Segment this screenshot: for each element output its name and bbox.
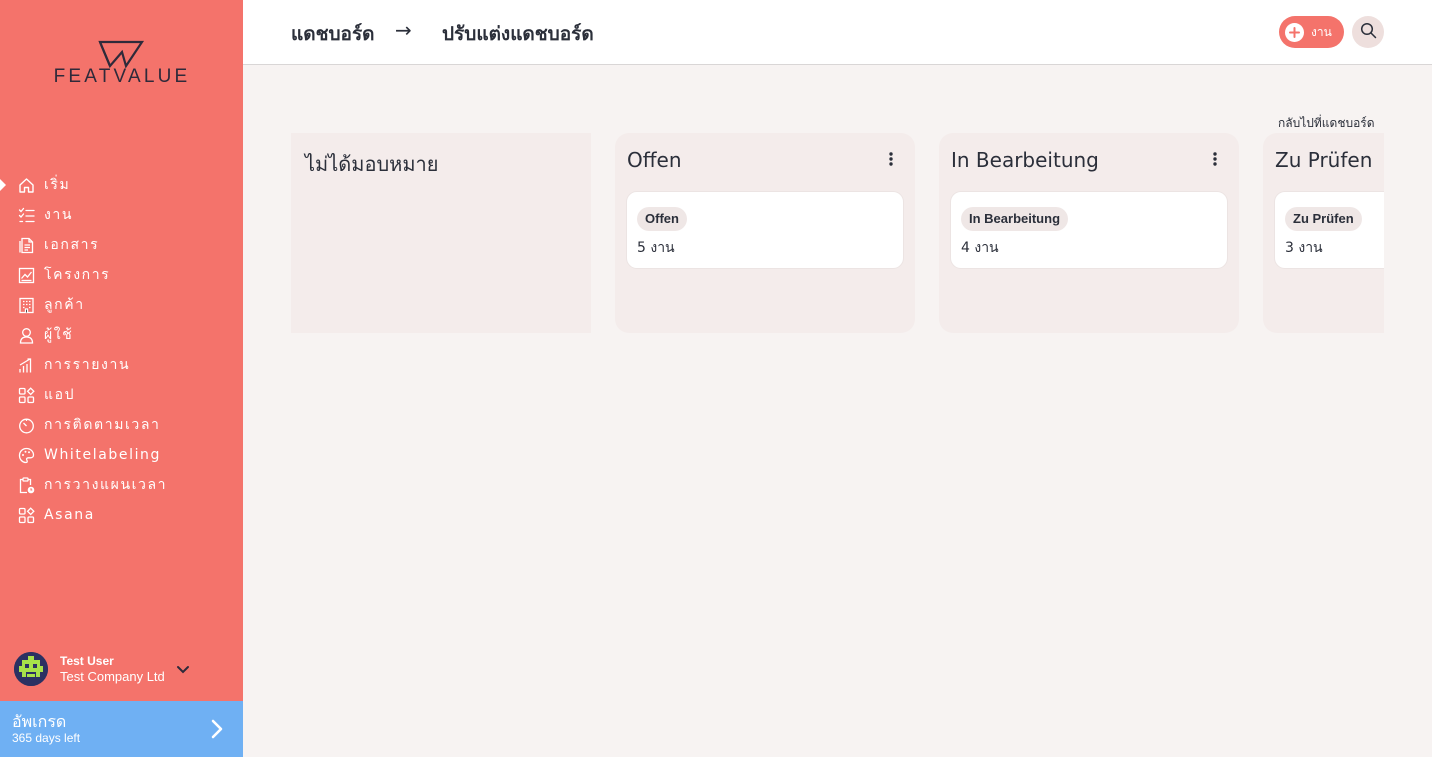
more-vertical-icon[interactable] [885, 151, 897, 169]
column-in-bearbeitung: In Bearbeitung In Bearbeitung 4 งาน [939, 133, 1239, 333]
logo-text: FEATVALUE [53, 66, 191, 87]
more-vertical-icon[interactable] [1209, 151, 1221, 169]
task-count: 5 งาน [637, 240, 675, 256]
status-card[interactable]: Offen 5 งาน [627, 192, 903, 268]
task-list-icon [17, 206, 35, 224]
sidebar-item-projects[interactable]: โครงการ [0, 260, 243, 290]
breadcrumb-separator: → [395, 18, 412, 42]
sidebar-item-label: งาน [44, 207, 74, 223]
sidebar-item-time-tracking[interactable]: การติดตามเวลา [0, 410, 243, 440]
user-name: Test User [60, 654, 114, 668]
back-to-dashboard-link[interactable]: กลับไปที่แดชบอร์ด [1278, 114, 1375, 133]
sidebar-item-label: เอกสาร [44, 237, 100, 253]
chevron-down-icon[interactable] [176, 660, 190, 679]
logo-mark-icon [98, 40, 145, 68]
chevron-right-icon[interactable] [210, 718, 224, 744]
column-title: In Bearbeitung [951, 148, 1099, 172]
column-offen: Offen Offen 5 งาน [615, 133, 915, 333]
search-icon [1360, 22, 1377, 43]
sidebar-item-label: ผู้ใช้ [44, 327, 74, 343]
sidebar-item-label: การรายงาน [44, 357, 131, 373]
user-company: Test Company Ltd [60, 669, 165, 684]
add-task-button[interactable]: งาน [1279, 16, 1344, 48]
search-button[interactable] [1352, 16, 1384, 48]
sidebar-item-documents[interactable]: เอกสาร [0, 230, 243, 260]
sidebar-item-home[interactable]: เริ่ม [0, 170, 243, 200]
sidebar-item-apps[interactable]: แอป [0, 380, 243, 410]
apps-icon [17, 506, 35, 524]
task-count: 3 งาน [1285, 240, 1323, 256]
add-task-label: งาน [1311, 24, 1332, 39]
sidebar: FEATVALUE เริ่ม งาน เอกสาร โครงการ ลูกค้… [0, 0, 243, 757]
status-badge: Zu Prüfen [1285, 207, 1362, 231]
sidebar-item-customers[interactable]: ลูกค้า [0, 290, 243, 320]
avatar [14, 652, 48, 686]
sidebar-nav: เริ่ม งาน เอกสาร โครงการ ลูกค้า ผู้ใช้ ก… [0, 170, 243, 530]
clipboard-clock-icon [17, 476, 35, 494]
chart-board-icon [17, 266, 35, 284]
upgrade-banner[interactable]: อัพเกรด 365 days left [0, 701, 243, 757]
column-zu-pruefen: Zu Prüfen Zu Prüfen 3 งาน [1263, 133, 1384, 333]
document-icon [17, 236, 35, 254]
sidebar-item-whitelabeling[interactable]: Whitelabeling [0, 440, 243, 470]
building-icon [17, 296, 35, 314]
sidebar-item-label: Asana [44, 507, 95, 523]
sidebar-item-time-planning[interactable]: การวางแผนเวลา [0, 470, 243, 500]
column-title: Zu Prüfen [1275, 148, 1373, 172]
home-icon [17, 176, 35, 194]
column-title: ไม่ได้มอบหมาย [305, 152, 439, 176]
breadcrumb-parent[interactable]: แดชบอร์ด [291, 19, 375, 49]
sidebar-item-label: แอป [44, 387, 76, 403]
palette-icon [17, 446, 35, 464]
timer-icon [17, 416, 35, 434]
status-badge: In Bearbeitung [961, 207, 1069, 231]
top-header: แดชบอร์ด → ปรับแต่งแดชบอร์ด งาน [243, 0, 1432, 65]
user-menu[interactable]: Test User Test Company Ltd [14, 651, 234, 687]
bar-chart-icon [17, 356, 35, 374]
sidebar-item-asana[interactable]: Asana [0, 500, 243, 530]
plus-icon [1285, 22, 1304, 42]
sidebar-item-label: การวางแผนเวลา [44, 477, 168, 493]
user-icon [17, 326, 35, 344]
kanban-board: ไม่ได้มอบหมาย Offen Offen 5 งาน In Bearb… [291, 133, 1384, 333]
sidebar-item-label: ลูกค้า [44, 297, 85, 313]
page-title: ปรับแต่งแดชบอร์ด [442, 23, 594, 45]
sidebar-item-label: การติดตามเวลา [44, 417, 161, 433]
column-unassigned: ไม่ได้มอบหมาย [291, 133, 591, 333]
sidebar-item-label: Whitelabeling [44, 447, 162, 463]
column-title: Offen [627, 148, 682, 172]
status-badge: Offen [637, 207, 687, 231]
sidebar-item-reporting[interactable]: การรายงาน [0, 350, 243, 380]
task-count: 4 งาน [961, 240, 999, 256]
featvalue-logo[interactable]: FEATVALUE [36, 40, 208, 90]
sidebar-item-tasks[interactable]: งาน [0, 200, 243, 230]
sidebar-item-label: โครงการ [44, 267, 111, 283]
status-card[interactable]: Zu Prüfen 3 งาน [1275, 192, 1384, 268]
status-card[interactable]: In Bearbeitung 4 งาน [951, 192, 1227, 268]
sidebar-item-users[interactable]: ผู้ใช้ [0, 320, 243, 350]
apps-icon [17, 386, 35, 404]
sidebar-item-label: เริ่ม [44, 177, 71, 193]
upgrade-days-left: 365 days left [12, 731, 81, 745]
